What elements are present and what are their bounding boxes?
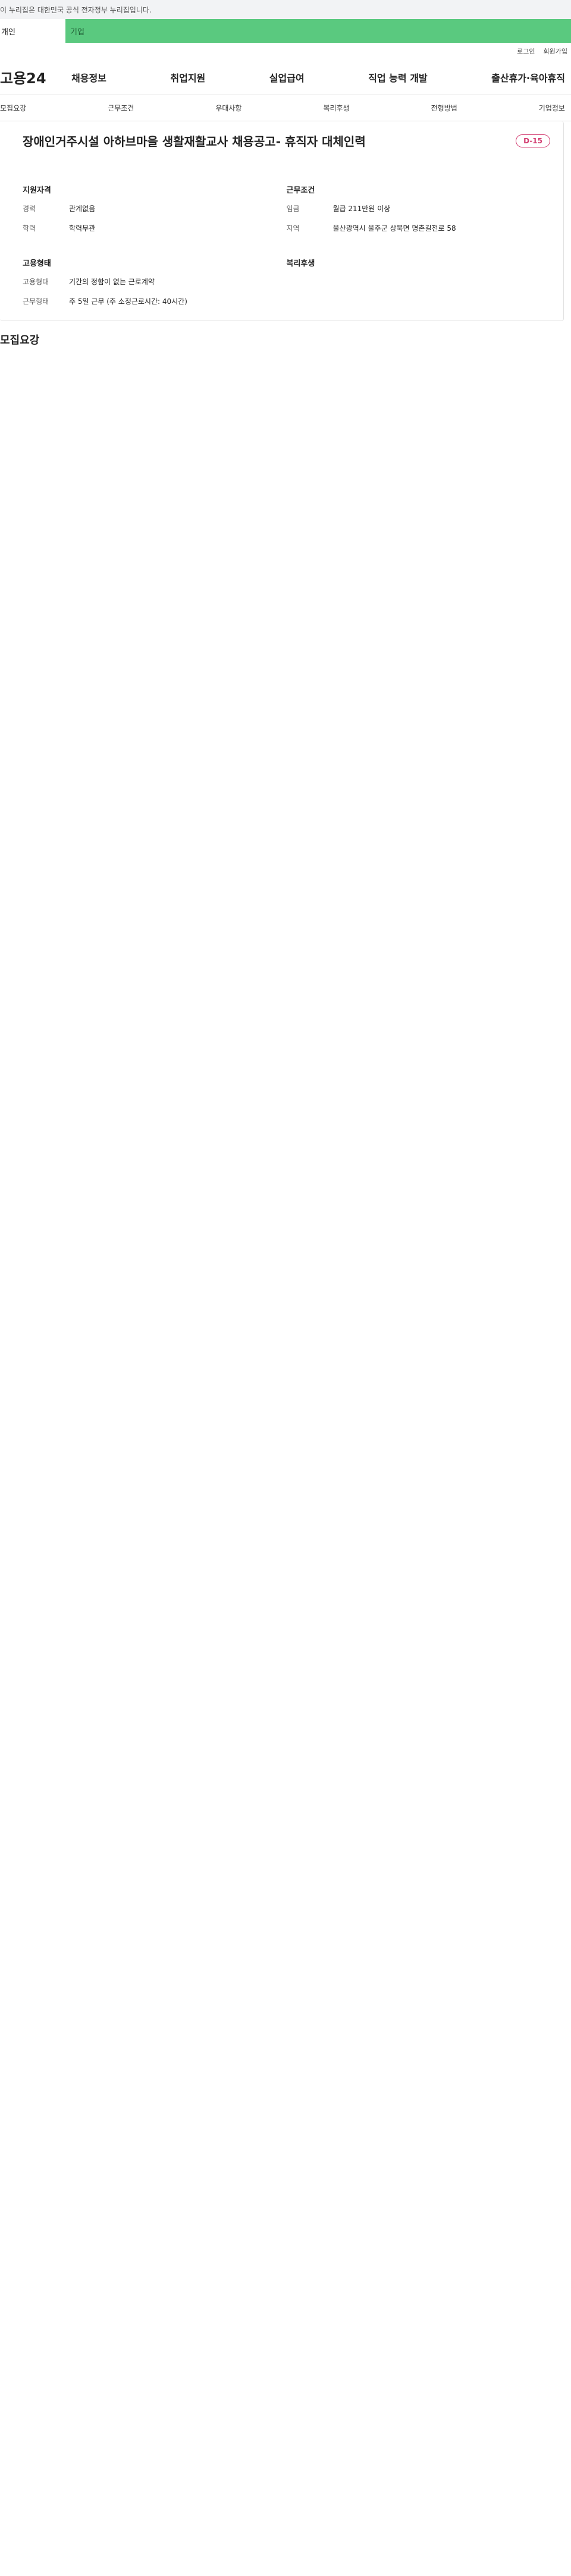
job-summary-card: 장애인거주시설 아하브마을 생활재활교사 채용공고- 휴직자 대체인력 D-15…	[0, 121, 564, 321]
login-link[interactable]: 로그인	[517, 46, 535, 56]
subnav-work[interactable]: 근무조건	[108, 103, 134, 113]
subnav-welfare[interactable]: 복리후생	[323, 103, 349, 113]
job-title: 장애인거주시설 아하브마을 생활재활교사 채용공고- 휴직자 대체인력	[23, 134, 366, 149]
emp-label: 고용형태	[23, 278, 49, 286]
gnb-item-leave[interactable]: 출산휴가·육아휴직	[491, 70, 565, 84]
dday-badge: D-15	[516, 134, 550, 147]
wage-label: 임금	[286, 205, 300, 213]
global-nav: 고용24 채용정보 취업지원 실업급여 직업 능력 개발 출산휴가·육아휴직	[0, 59, 571, 95]
gov-notice-text: 이 누리집은 대한민국 공식 전자정부 누리집입니다.	[0, 5, 152, 14]
site-logo[interactable]: 고용24	[0, 67, 71, 87]
section-subnav: 모집요강 근무조건 우대사항 복리후생 전형방법 기업정보	[0, 95, 571, 121]
location-label: 지역	[286, 224, 300, 233]
wage-value: 월급 211만원 이상	[332, 205, 391, 213]
qual-heading: 지원자격	[23, 186, 51, 195]
signup-link[interactable]: 회원가입	[544, 46, 567, 56]
subnav-recruit[interactable]: 모집요강	[0, 103, 26, 113]
location-value: 울산광역시 울주군 상북면 명촌길전로 58	[332, 224, 456, 233]
career-value: 관계없음	[69, 205, 96, 213]
site-tabbar: 개인 기업	[0, 19, 571, 43]
tab-personal[interactable]: 개인	[0, 19, 65, 43]
recruit-section-title: 모집요강	[0, 334, 40, 347]
util-bar: 로그인 회원가입	[0, 43, 571, 59]
gnb-item-support[interactable]: 취업지원	[170, 70, 205, 84]
emp-value: 기간의 정함이 없는 근로계약	[69, 278, 155, 286]
subnav-pref[interactable]: 우대사항	[215, 103, 241, 113]
gnb-item-benefit[interactable]: 실업급여	[269, 70, 305, 84]
edu-label: 학력	[23, 224, 36, 233]
hours-label: 근무형태	[23, 297, 49, 306]
subnav-company[interactable]: 기업정보	[539, 103, 565, 113]
edu-value: 학력무관	[69, 224, 96, 233]
gov-notice-bar: 이 누리집은 대한민국 공식 전자정부 누리집입니다.	[0, 0, 571, 19]
gnb-item-jobs[interactable]: 채용정보	[71, 70, 106, 84]
hours-value: 주 5일 근무 (주 소정근로시간: 40시간)	[69, 297, 187, 306]
career-label: 경력	[23, 205, 36, 213]
tab-corporate[interactable]: 기업	[65, 19, 571, 43]
subnav-process[interactable]: 전형방법	[431, 103, 457, 113]
gnb-item-training[interactable]: 직업 능력 개발	[368, 70, 427, 84]
cond-heading: 근무조건	[286, 186, 315, 195]
welfare-heading: 복리후생	[286, 259, 315, 268]
emp-heading: 고용형태	[23, 259, 51, 268]
